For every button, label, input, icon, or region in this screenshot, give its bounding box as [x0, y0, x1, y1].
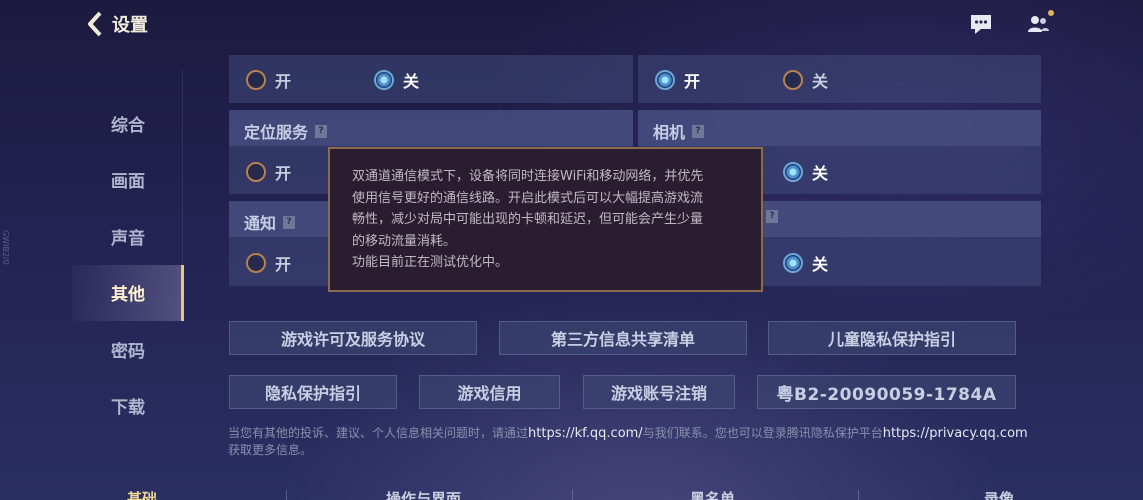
account-cancel-button[interactable]: 游戏账号注销: [583, 375, 735, 409]
radio-circle: [655, 70, 675, 90]
chevron-left-icon: [88, 11, 102, 37]
radio-label: 关: [403, 72, 420, 91]
tooltip-line: 双通道通信模式下，设备将同时连接WiFi和移动网络，并优先: [352, 169, 704, 184]
notification-title: 通知 ?: [244, 210, 296, 234]
location-service-title: 定位服务 ?: [244, 119, 328, 143]
sidebar-item-graphics[interactable]: 画面: [72, 152, 184, 209]
tab-blacklist[interactable]: 黑名单: [690, 488, 735, 500]
camera-header: 相机 ?: [638, 110, 1041, 146]
radio-label: 关: [812, 72, 829, 91]
location-radio-on[interactable]: 开: [246, 160, 291, 184]
tab-basic[interactable]: 基础: [127, 488, 157, 500]
tab-divider: [286, 490, 287, 500]
location-service-header: 定位服务 ?: [229, 110, 633, 146]
radio-circle: [374, 70, 394, 90]
bottom-tab-bar: 基础 操作与界面 黑名单 录像: [0, 488, 1143, 500]
contact-text: 与我们联系。您也可以登录腾讯隐私保护平台: [642, 426, 883, 440]
tooltip-line: 功能目前正在测试优化中。: [352, 255, 509, 270]
radio-circle: [783, 70, 803, 90]
privacy-platform-link[interactable]: https://privacy.qq.com: [883, 426, 1028, 441]
help-icon[interactable]: ?: [315, 124, 328, 138]
tooltip-line: 畅性，减少对局中可能出现的卡顿和延迟，但可能会产生少量: [352, 212, 704, 227]
friends-button[interactable]: [1026, 10, 1054, 36]
radio-label: 关: [812, 164, 829, 183]
notification-dot: [1048, 10, 1054, 16]
notification-label: 通知: [244, 214, 277, 233]
tab-controls-ui[interactable]: 操作与界面: [386, 488, 461, 500]
radio-off[interactable]: 关: [374, 68, 419, 92]
children-privacy-button[interactable]: 儿童隐私保护指引: [768, 321, 1016, 355]
icp-license-button[interactable]: 粤B2-20090059-1784A: [757, 375, 1016, 409]
radio-label: 开: [275, 72, 292, 91]
chat-bubble-icon: [971, 15, 991, 34]
sidebar-item-download[interactable]: 下载: [72, 378, 184, 435]
radio-circle: [246, 253, 266, 273]
header: 设置: [0, 0, 1143, 48]
tab-divider: [572, 490, 573, 500]
dual-channel-tooltip: 双通道通信模式下，设备将同时连接WiFi和移动网络，并优先 使用信号更好的通信线…: [328, 147, 763, 292]
side-watermark: GWIB2/0: [1, 230, 10, 265]
license-agreement-button[interactable]: 游戏许可及服务协议: [229, 321, 477, 355]
tooltip-line: 使用信号更好的通信线路。开启此模式后可以大幅提高游戏流: [352, 190, 704, 206]
setting-row-top-left: 开 关: [229, 55, 633, 103]
radio-label: 开: [275, 164, 292, 183]
sidebar-item-sound[interactable]: 声音: [72, 208, 184, 265]
contact-note: 当您有其他的投诉、建议、个人信息相关问题时，请通过https://kf.qq.c…: [228, 425, 1028, 458]
back-button[interactable]: 设置: [86, 10, 148, 38]
help-icon[interactable]: ?: [283, 215, 296, 229]
radio-circle: [246, 70, 266, 90]
sidebar-item-other[interactable]: 其他: [72, 264, 184, 321]
radio-on[interactable]: 开: [246, 68, 291, 92]
sidebar: 综合 画面 声音 其他 密码 下载: [72, 95, 184, 434]
contact-text: 获取更多信息。: [228, 443, 313, 457]
help-icon[interactable]: ?: [692, 124, 705, 138]
camera-title: 相机 ?: [653, 119, 705, 143]
radio-circle: [246, 162, 266, 182]
tooltip-line: 的移动流量消耗。: [352, 233, 457, 249]
game-credit-button[interactable]: 游戏信用: [419, 375, 560, 409]
camera-radio-off[interactable]: 关: [783, 160, 828, 184]
radio-circle: [783, 253, 803, 273]
radio-label: 关: [812, 255, 829, 274]
support-link[interactable]: https://kf.qq.com/: [528, 426, 643, 441]
sidebar-item-general[interactable]: 综合: [72, 95, 184, 152]
contact-text: 当您有其他的投诉、建议、个人信息相关问题时，请通过: [228, 426, 529, 440]
radio-label: 开: [275, 255, 292, 274]
dual-channel-radio-off[interactable]: 关: [783, 251, 828, 275]
help-icon[interactable]: ?: [766, 210, 778, 223]
radio-on[interactable]: 开: [655, 68, 700, 92]
radio-label: 开: [684, 72, 701, 91]
sidebar-item-password[interactable]: 密码: [72, 321, 184, 378]
location-service-label: 定位服务: [244, 123, 309, 142]
dual-channel-title: ?: [766, 210, 778, 223]
notification-radio-on[interactable]: 开: [246, 251, 291, 275]
third-party-sharing-button[interactable]: 第三方信息共享清单: [499, 321, 747, 355]
tab-replay[interactable]: 录像: [984, 488, 1014, 500]
setting-row-top-right: 开 关: [638, 55, 1041, 103]
radio-off[interactable]: 关: [783, 68, 828, 92]
chat-button[interactable]: [968, 12, 994, 36]
privacy-guide-button[interactable]: 隐私保护指引: [229, 375, 397, 409]
tab-divider: [858, 490, 859, 500]
radio-circle: [783, 162, 803, 182]
camera-label: 相机: [653, 123, 686, 142]
friends-icon: [1028, 16, 1049, 32]
page-title: 设置: [112, 15, 148, 36]
